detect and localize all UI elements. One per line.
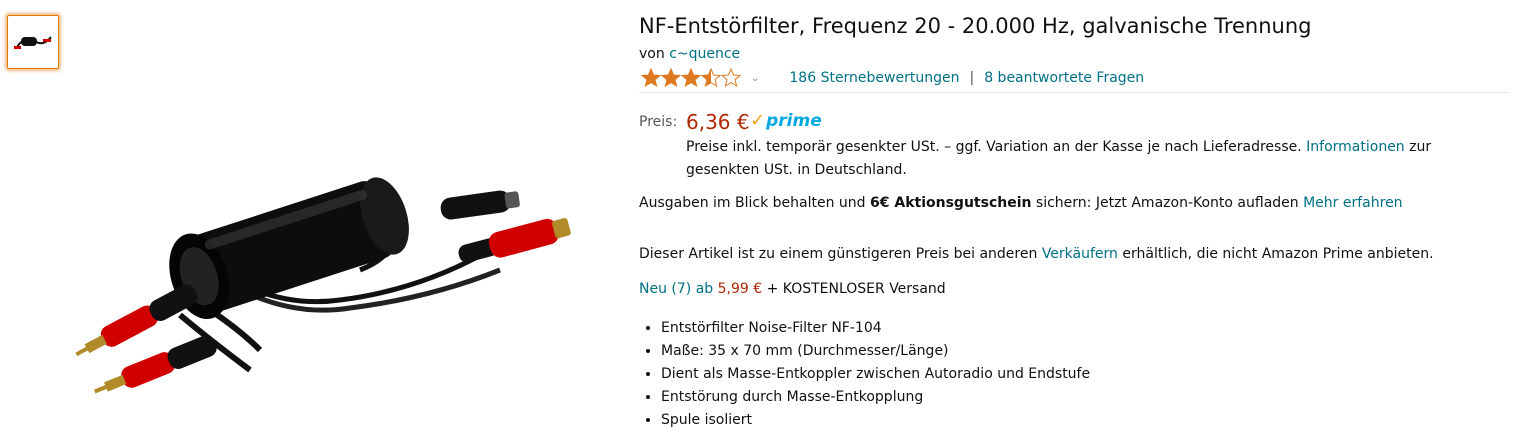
vat-info-link[interactable]: Informationen (1306, 139, 1405, 155)
other-sellers-notice: Dieser Artikel ist zu einem günstigeren … (639, 246, 1434, 262)
vat-text: Preise inkl. temporär gesenkter USt. – g… (686, 139, 1302, 155)
vat-notice: Preise inkl. temporär gesenkter USt. – g… (686, 136, 1486, 182)
new-offers: Neu (7) ab 5,99 € + KOSTENLOSER Versand (639, 281, 946, 297)
product-thumbnail[interactable] (7, 15, 59, 69)
brand-link[interactable]: c~quence (669, 46, 740, 62)
separator: | (969, 70, 975, 86)
list-item: Entstörfilter Noise-Filter NF-104 (661, 317, 1090, 340)
ratings-count-link[interactable]: 186 Sternebewertungen (789, 70, 959, 86)
byline-prefix: von (639, 46, 665, 62)
other-sellers-link[interactable]: Verkäufern (1042, 246, 1118, 262)
coupon-text-end: sichern: Jetzt Amazon-Konto aufladen (1035, 195, 1299, 211)
rating-row: ⌄ 186 Sternebewertungen | 8 beantwortete… (641, 68, 1144, 88)
noise-filter-image (75, 177, 571, 394)
byline: von c~quence (639, 46, 740, 62)
price-label: Preis: (639, 114, 678, 130)
new-offers-link[interactable]: Neu (7) ab (639, 281, 713, 297)
main-product-image[interactable] (60, 140, 620, 410)
price-value: 6,36 € (686, 110, 750, 134)
prime-check-icon: ✓ (750, 110, 766, 131)
coupon-more-link[interactable]: Mehr erfahren (1303, 195, 1402, 211)
shipping-text: + KOSTENLOSER Versand (766, 281, 946, 297)
answered-questions-link[interactable]: 8 beantwortete Fragen (984, 70, 1144, 86)
thumbnail-image (14, 36, 52, 49)
empty-star-icon (721, 68, 741, 87)
star-icon (681, 68, 701, 87)
prime-badge[interactable]: ✓ prime (750, 110, 822, 131)
other-sellers-text: Dieser Artikel ist zu einem günstigeren … (639, 246, 1038, 262)
star-rating[interactable] (641, 68, 741, 88)
star-icon (661, 68, 681, 87)
coupon-promo: Ausgaben im Blick behalten und 6€ Aktion… (639, 195, 1403, 211)
new-offers-price: 5,99 € (717, 281, 763, 297)
prime-label: prime (766, 110, 822, 131)
feature-bullets: Entstörfilter Noise-Filter NF-104 Maße: … (639, 317, 1090, 432)
other-sellers-text-end: erhältlich, die nicht Amazon Prime anbie… (1122, 246, 1434, 262)
coupon-bold: 6€ Aktionsgutschein (870, 195, 1032, 211)
coupon-text: Ausgaben im Blick behalten und (639, 195, 866, 211)
list-item: Entstörung durch Masse-Entkopplung (661, 386, 1090, 409)
stars-icon (641, 68, 741, 87)
chevron-down-icon[interactable]: ⌄ (751, 73, 759, 84)
product-title: NF-Entstörfilter, Frequenz 20 - 20.000 H… (639, 14, 1312, 38)
divider (639, 92, 1509, 93)
list-item: Dient als Masse-Entkoppler zwischen Auto… (661, 363, 1090, 386)
half-star-icon (701, 68, 721, 87)
list-item: Maße: 35 x 70 mm (Durchmesser/Länge) (661, 340, 1090, 363)
star-icon (641, 68, 661, 87)
